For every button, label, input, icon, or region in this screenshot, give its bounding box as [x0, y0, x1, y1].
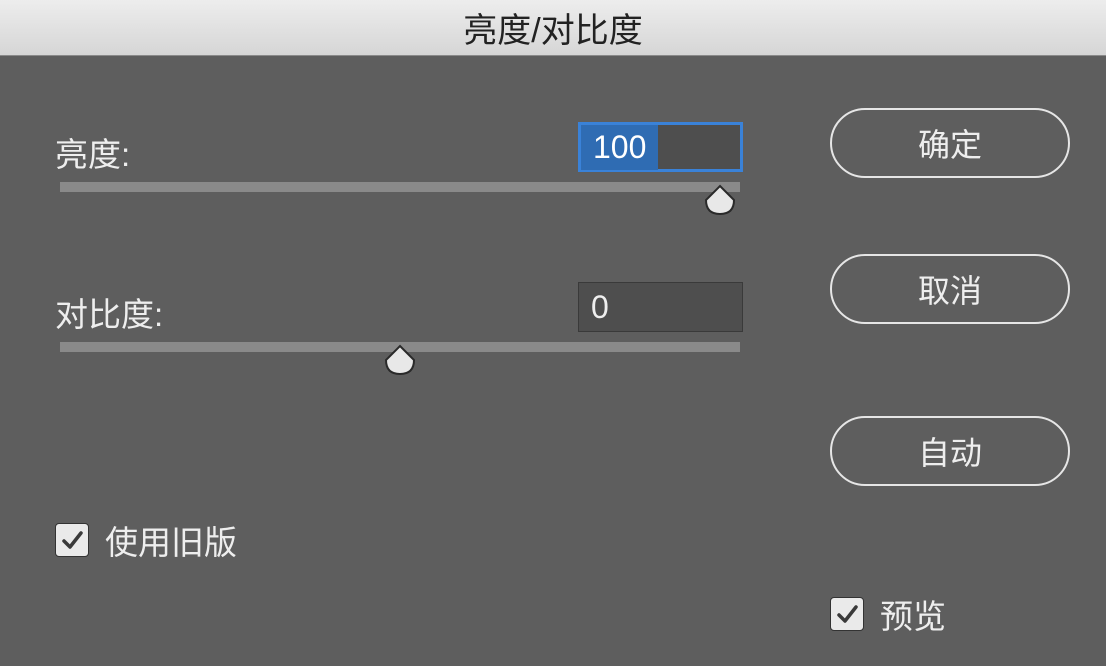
controls-panel: 亮度: 100 对比度: 0 [0, 56, 820, 666]
checkbox-box [55, 523, 89, 557]
dialog-titlebar: 亮度/对比度 [0, 0, 1106, 56]
brightness-slider-handle[interactable] [702, 184, 738, 216]
dialog-content: 亮度: 100 对比度: 0 [0, 56, 1106, 666]
contrast-slider-handle[interactable] [382, 344, 418, 376]
contrast-value: 0 [591, 289, 609, 326]
contrast-label: 对比度: [55, 296, 163, 333]
auto-button-label: 自动 [918, 428, 982, 474]
contrast-input[interactable]: 0 [578, 282, 743, 332]
use-legacy-label: 使用旧版 [105, 516, 237, 564]
brightness-slider-track[interactable] [60, 182, 740, 192]
dialog-title: 亮度/对比度 [463, 3, 642, 52]
ok-button-label: 确定 [918, 120, 982, 166]
use-legacy-checkbox[interactable]: 使用旧版 [55, 516, 237, 564]
preview-label: 预览 [880, 590, 946, 638]
checkbox-box [830, 597, 864, 631]
checkmark-icon [60, 528, 84, 552]
brightness-input[interactable]: 100 [578, 122, 743, 172]
brightness-value: 100 [581, 125, 658, 170]
contrast-row: 对比度: 0 [55, 288, 755, 336]
buttons-panel: 确定 取消 自动 预览 [820, 56, 1106, 666]
ok-button[interactable]: 确定 [830, 108, 1070, 178]
auto-button[interactable]: 自动 [830, 416, 1070, 486]
cancel-button-label: 取消 [918, 266, 982, 312]
brightness-row: 亮度: 100 [55, 128, 755, 176]
preview-checkbox[interactable]: 预览 [830, 590, 946, 638]
brightness-label: 亮度: [55, 136, 130, 173]
cancel-button[interactable]: 取消 [830, 254, 1070, 324]
checkmark-icon [835, 602, 859, 626]
